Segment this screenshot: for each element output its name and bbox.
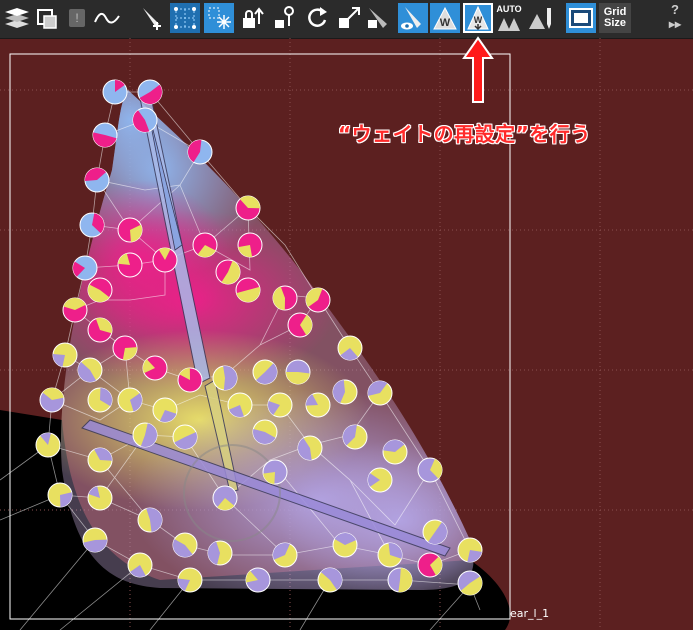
preview-window-icon[interactable] (566, 3, 596, 33)
pin-icon[interactable] (270, 3, 300, 33)
mesh-grid-icon[interactable] (170, 3, 200, 33)
layers-icon[interactable] (2, 3, 32, 33)
curve-icon[interactable] (92, 3, 122, 33)
bone-visibility-icon[interactable] (398, 3, 428, 33)
reset-weight-button[interactable]: W (463, 3, 493, 33)
help-icon[interactable]: ? (671, 3, 679, 16)
scale-icon[interactable] (334, 3, 364, 33)
annotation-callout: “ウェイトの再設定”を行う (338, 122, 591, 146)
visibility-lock-icon[interactable]: ! (62, 3, 92, 33)
rotate-icon[interactable] (302, 3, 332, 33)
auto-weight-button[interactable]: AUTO (494, 3, 524, 33)
grid-size-button[interactable]: Grid Size (599, 3, 631, 33)
auto-select-icon[interactable] (204, 3, 234, 33)
grid-size-label-2: Size (603, 17, 626, 29)
bone-lock-icon[interactable] (364, 3, 394, 33)
weight-pencil-icon[interactable] (526, 3, 556, 33)
svg-text:W: W (440, 17, 451, 29)
toolbar: ! W W AUTO Grid Size ? ▸▸ (0, 0, 693, 39)
auto-label: AUTO (496, 3, 522, 14)
weight-paint-icon[interactable]: W (430, 3, 460, 33)
add-bone-icon[interactable] (138, 3, 168, 33)
annotation-arrow (462, 36, 494, 103)
lock-move-icon[interactable] (238, 3, 268, 33)
select-mesh-icon[interactable] (32, 3, 62, 33)
svg-text:!: ! (75, 11, 78, 25)
expand-toolbar-icon[interactable]: ▸▸ (669, 18, 681, 30)
bone-name-label: ear_l_1 (510, 607, 550, 620)
svg-text:W: W (474, 15, 483, 25)
